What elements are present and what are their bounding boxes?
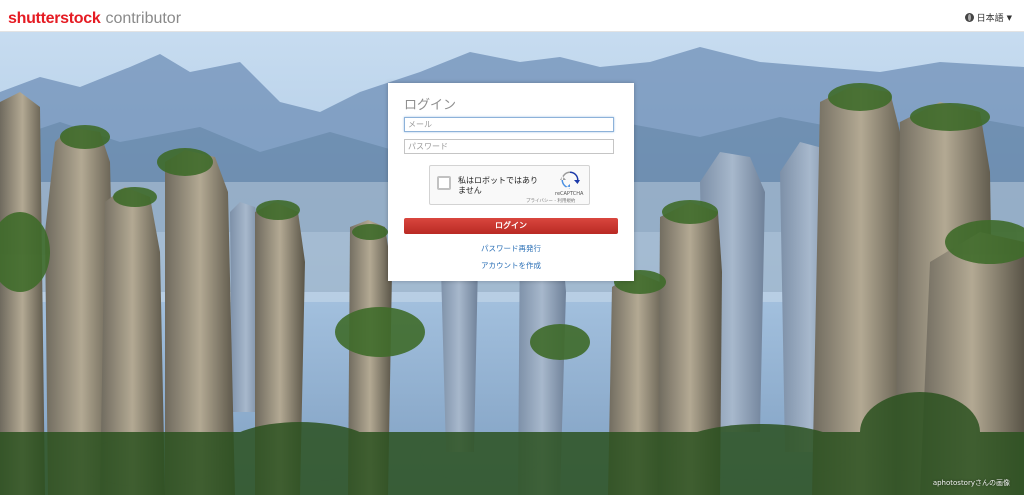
login-title: ログイン [404, 97, 457, 112]
email-input[interactable]: メール [404, 117, 614, 132]
logo-sub: contributor [105, 10, 182, 27]
login-card: ログイン メール パスワード 私はロボットではありません reCAPTCHA プ… [388, 83, 634, 281]
language-label: 日本語 [976, 14, 1004, 24]
language-selector[interactable]: 日本語 ▼ [964, 11, 1012, 24]
logo[interactable]: shutterstock contributor [8, 9, 181, 28]
reset-password-link[interactable]: パスワード再発行 [388, 243, 634, 254]
recaptcha-icon [560, 171, 580, 189]
recaptcha-links[interactable]: プライバシー - 利用規約 [526, 198, 575, 204]
recaptcha-label: 私はロボットではありません [458, 176, 538, 195]
login-button[interactable]: ログイン [404, 218, 618, 234]
globe-icon [964, 13, 974, 22]
caret-down-icon: ▼ [1006, 13, 1012, 22]
create-account-link[interactable]: アカウントを作成 [388, 260, 634, 271]
top-header: shutterstock contributor 日本語 ▼ [0, 0, 1024, 32]
recaptcha-checkbox[interactable] [437, 176, 451, 190]
logo-brand: shutterstock [8, 10, 101, 27]
image-credit: aphotostoryさんの画像 [932, 479, 1010, 487]
password-input[interactable]: パスワード [404, 139, 614, 154]
recaptcha-brand: reCAPTCHA [555, 191, 584, 197]
recaptcha-widget: 私はロボットではありません reCAPTCHA プライバシー - 利用規約 [429, 165, 590, 205]
